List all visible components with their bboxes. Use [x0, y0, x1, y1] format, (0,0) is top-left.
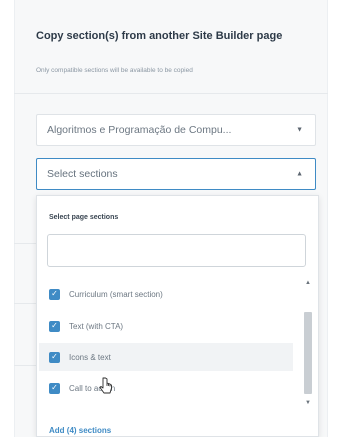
- section-search-input[interactable]: [48, 235, 305, 266]
- checkbox-checked-icon[interactable]: ✓: [49, 351, 60, 363]
- section-list: ✓ Curriculum (smart section) ✓ Text (wit…: [39, 280, 293, 416]
- scroll-up-icon[interactable]: ▲: [303, 278, 313, 288]
- sections-select-placeholder: Select sections: [47, 168, 118, 180]
- section-item-label: Text (with CTA): [69, 321, 124, 331]
- dropdown-scrollbar[interactable]: ▲ ▼: [303, 278, 313, 408]
- section-item-icons-and-text[interactable]: ✓ Icons & text: [39, 343, 293, 371]
- section-search-field[interactable]: [47, 234, 306, 267]
- sections-select[interactable]: Select sections ▲: [36, 158, 316, 190]
- sections-dropdown: Select page sections ✓ Curriculum (smart…: [36, 195, 319, 437]
- page-select[interactable]: Algoritmos e Programação de Compu... ▼: [36, 114, 316, 146]
- checkbox-checked-icon[interactable]: ✓: [49, 320, 60, 332]
- section-item-text-with-cta[interactable]: ✓ Text (with CTA): [39, 312, 293, 340]
- mouse-cursor-icon: [99, 377, 112, 394]
- section-item-label: Curriculum (smart section): [69, 289, 163, 299]
- section-item-label: Icons & text: [69, 352, 111, 362]
- scroll-down-icon[interactable]: ▼: [303, 398, 313, 408]
- dropdown-label: Select page sections: [49, 214, 119, 221]
- caret-down-icon: ▼: [296, 126, 303, 134]
- checkbox-checked-icon[interactable]: ✓: [49, 382, 60, 394]
- dialog-subtitle: Only compatible sections will be availab…: [36, 67, 193, 74]
- section-item-call-to-action[interactable]: ✓ Call to action: [39, 374, 293, 402]
- caret-up-icon: ▲: [296, 170, 303, 178]
- page-select-value: Algoritmos e Programação de Compu...: [47, 124, 232, 136]
- scrollbar-thumb[interactable]: [304, 312, 312, 394]
- background-rows: [14, 195, 36, 437]
- dialog-title: Copy section(s) from another Site Builde…: [36, 30, 283, 42]
- add-sections-link[interactable]: Add (4) sections: [49, 426, 111, 435]
- section-item-curriculum[interactable]: ✓ Curriculum (smart section): [39, 280, 293, 308]
- divider: [14, 93, 328, 94]
- checkbox-checked-icon[interactable]: ✓: [49, 288, 60, 300]
